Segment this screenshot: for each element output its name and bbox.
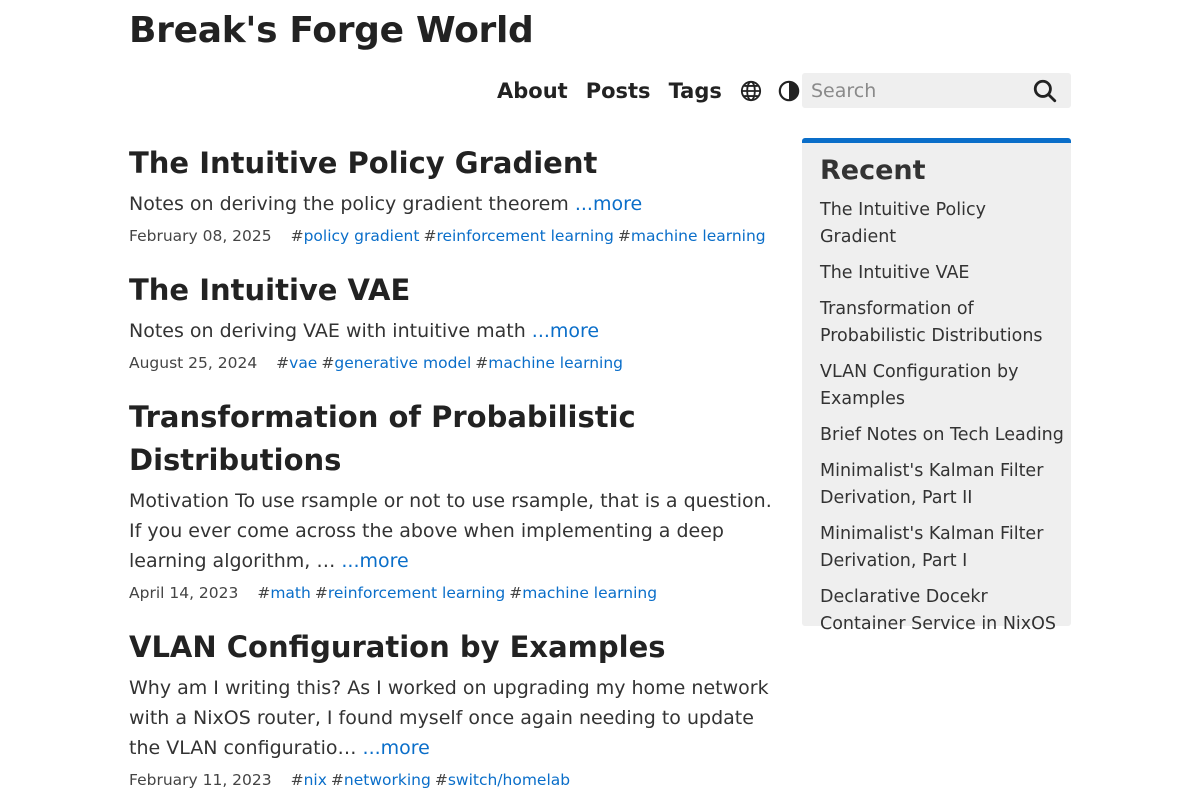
read-more-link[interactable]: ...more — [532, 320, 599, 342]
read-more-link[interactable]: ...more — [363, 737, 430, 759]
nav-tags-link[interactable]: Tags — [669, 79, 722, 103]
recent-link[interactable]: Minimalist's Kalman Filter Derivation, P… — [820, 461, 1043, 508]
sidebar-title: Recent — [820, 155, 926, 186]
tag-hash: # — [617, 227, 631, 245]
post-date: April 14, 2023 — [129, 584, 239, 602]
post-summary-text: Notes on deriving VAE with intuitive mat… — [129, 320, 532, 342]
post-item: VLAN Configuration by Examples Why am I … — [129, 626, 789, 791]
post-date: February 11, 2023 — [129, 771, 272, 789]
recent-item: The Intuitive Policy Gradient — [820, 197, 1071, 251]
post-item: The Intuitive VAE Notes on deriving VAE … — [129, 269, 789, 374]
tag-hash: # — [321, 354, 335, 372]
post-summary: Motivation To use rsample or not to use … — [129, 486, 789, 576]
post-title[interactable]: VLAN Configuration by Examples — [129, 626, 789, 669]
recent-link[interactable]: Declarative Docekr Container Service in … — [820, 587, 1056, 634]
recent-link[interactable]: Transformation of Probabilistic Distribu… — [820, 299, 1043, 346]
read-more-link[interactable]: ...more — [575, 193, 642, 215]
post-meta: August 25, 2024 #vae #generative model #ma… — [129, 352, 789, 374]
post-title[interactable]: Transformation of Probabilistic Distribu… — [129, 396, 789, 482]
globe-icon[interactable] — [740, 80, 762, 102]
post-item: The Intuitive Policy Gradient Notes on d… — [129, 142, 789, 247]
post-meta: February 08, 2025 #policy gradient #reinf… — [129, 225, 789, 247]
tag-link[interactable]: reinforcement learning — [436, 227, 613, 245]
tag-link[interactable]: machine learning — [522, 584, 657, 602]
tag-hash: # — [314, 584, 328, 602]
search-input[interactable] — [802, 74, 1030, 107]
tag-link[interactable]: machine learning — [631, 227, 766, 245]
tag-link[interactable]: vae — [289, 354, 317, 372]
recent-list: The Intuitive Policy Gradient The Intuit… — [820, 197, 1071, 638]
tag-hash: # — [330, 771, 344, 789]
post-summary: Notes on deriving the policy gradient th… — [129, 189, 789, 219]
recent-link[interactable]: Brief Notes on Tech Leading — [820, 425, 1064, 445]
tag-link[interactable]: reinforcement learning — [328, 584, 505, 602]
tag-link[interactable]: math — [270, 584, 311, 602]
post-summary: Notes on deriving VAE with intuitive mat… — [129, 316, 789, 346]
recent-item: Brief Notes on Tech Leading — [820, 422, 1071, 449]
recent-item: VLAN Configuration by Examples — [820, 359, 1071, 413]
main-nav: About Posts Tags — [497, 73, 816, 108]
tag-hash: # — [434, 771, 448, 789]
tag-link[interactable]: machine learning — [488, 354, 623, 372]
post-date: February 08, 2025 — [129, 227, 272, 245]
tag-link[interactable]: generative model — [334, 354, 471, 372]
tag-hash: # — [423, 227, 437, 245]
nav-posts-link[interactable]: Posts — [586, 79, 651, 103]
recent-link[interactable]: The Intuitive VAE — [820, 263, 969, 283]
tag-hash: # — [475, 354, 489, 372]
post-list: The Intuitive Policy Gradient Notes on d… — [129, 142, 789, 800]
post-item: Transformation of Probabilistic Distribu… — [129, 396, 789, 604]
contrast-icon[interactable] — [778, 80, 800, 102]
post-title[interactable]: The Intuitive Policy Gradient — [129, 142, 789, 185]
tag-link[interactable]: nix — [304, 771, 327, 789]
tag-hash: # — [290, 227, 304, 245]
tag-hash: # — [290, 771, 304, 789]
recent-link[interactable]: The Intuitive Policy Gradient — [820, 200, 986, 247]
post-summary: Why am I writing this? As I worked on up… — [129, 673, 789, 763]
post-summary-text: Why am I writing this? As I worked on up… — [129, 677, 769, 759]
post-meta: February 11, 2023 #nix #networking #switch… — [129, 769, 789, 791]
post-meta: April 14, 2023 #math #reinforcement learn… — [129, 582, 789, 604]
recent-item: Minimalist's Kalman Filter Derivation, P… — [820, 458, 1071, 512]
tag-hash: # — [257, 584, 271, 602]
tag-link[interactable]: switch/homelab — [448, 771, 570, 789]
post-title[interactable]: The Intuitive VAE — [129, 269, 789, 312]
recent-item: Declarative Docekr Container Service in … — [820, 584, 1071, 638]
post-summary-text: Motivation To use rsample or not to use … — [129, 490, 772, 572]
tag-hash: # — [276, 354, 290, 372]
recent-item: Transformation of Probabilistic Distribu… — [820, 296, 1071, 350]
post-summary-text: Notes on deriving the policy gradient th… — [129, 193, 575, 215]
tag-link[interactable]: policy gradient — [304, 227, 420, 245]
site-title[interactable]: Break's Forge World — [129, 10, 534, 51]
recent-sidebar: Recent The Intuitive Policy Gradient The… — [802, 138, 1071, 634]
recent-link[interactable]: VLAN Configuration by Examples — [820, 362, 1018, 409]
search-icon[interactable] — [1030, 76, 1060, 106]
post-date: August 25, 2024 — [129, 354, 258, 372]
nav-about-link[interactable]: About — [497, 79, 568, 103]
recent-link[interactable]: Minimalist's Kalman Filter Derivation, P… — [820, 524, 1043, 571]
tag-hash: # — [509, 584, 523, 602]
tag-link[interactable]: networking — [344, 771, 431, 789]
read-more-link[interactable]: ...more — [341, 550, 408, 572]
search-box — [802, 73, 1071, 108]
recent-item: Minimalist's Kalman Filter Derivation, P… — [820, 521, 1071, 575]
recent-item: The Intuitive VAE — [820, 260, 1071, 287]
